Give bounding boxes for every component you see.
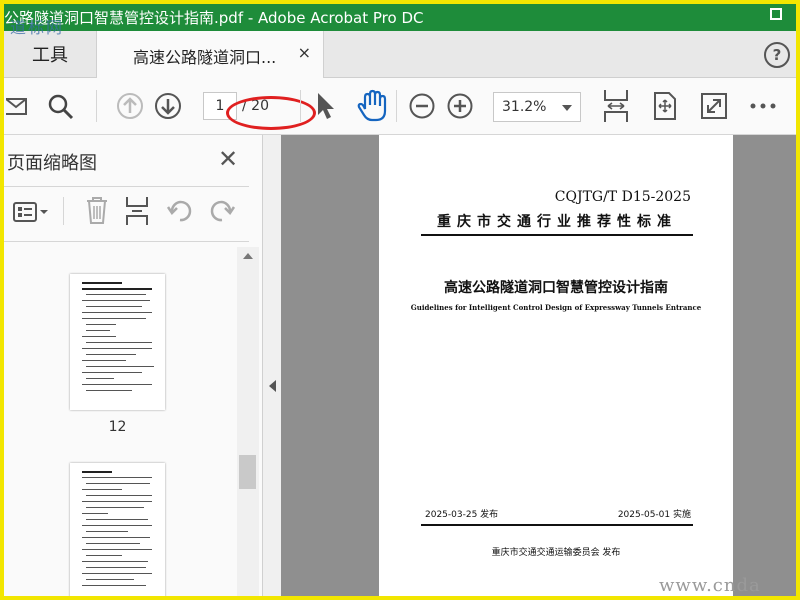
toolbar-separator (300, 90, 301, 122)
publisher: 重庆市交通交通运输委员会 发布 (491, 548, 621, 558)
close-icon[interactable]: ✕ (218, 145, 238, 173)
scroll-up-icon[interactable] (243, 253, 253, 259)
rotate-left-icon[interactable] (166, 197, 194, 225)
previous-page-icon[interactable] (115, 91, 145, 121)
window-frame: 公路隧道洞口智慧管控设计指南.pdf - Adobe Acrobat Pro D… (0, 0, 800, 600)
fit-width-icon[interactable] (602, 88, 630, 124)
insert-page-icon[interactable] (124, 195, 150, 227)
document-view[interactable]: CQJTG/T D15-2025 重庆市交通行业推荐性标准 高速公路隧道洞口智慧… (281, 135, 796, 596)
chevron-down-icon (562, 105, 572, 111)
search-icon[interactable] (47, 93, 75, 121)
zoom-select[interactable]: 31.2% (493, 92, 581, 122)
help-icon[interactable]: ? (764, 42, 790, 68)
watermark-bottom-right: www.cnda (659, 575, 761, 596)
thumbnail-options-icon[interactable] (12, 199, 50, 225)
thumbnail-scrollbar[interactable] (237, 247, 259, 596)
footer-rule (421, 524, 693, 526)
page-thumbnail[interactable] (70, 463, 165, 596)
window-title: 公路隧道洞口智慧管控设计指南.pdf - Adobe Acrobat Pro D… (4, 9, 424, 27)
delete-icon[interactable] (84, 195, 110, 225)
rotate-right-icon[interactable] (208, 197, 236, 225)
panel-title: 页面缩略图 (7, 153, 97, 174)
standard-organization: 重庆市交通行业推荐性标准 (437, 214, 677, 230)
issue-date: 2025-03-25 发布 (425, 510, 499, 520)
pdf-page: CQJTG/T D15-2025 重庆市交通行业推荐性标准 高速公路隧道洞口智慧… (379, 135, 733, 596)
full-screen-icon[interactable] (700, 92, 728, 120)
tab-document[interactable]: 高速公路隧道洞口... × (96, 31, 324, 78)
page-thumbnail[interactable] (70, 274, 165, 410)
zoom-in-icon[interactable] (446, 92, 474, 120)
next-page-icon[interactable] (153, 91, 183, 121)
thumbnail-label: 12 (108, 419, 127, 435)
header-rule (421, 234, 693, 236)
tab-document-label: 高速公路隧道洞口... (133, 48, 277, 67)
scroll-thumb[interactable] (239, 455, 256, 489)
document-title: 高速公路隧道洞口智慧管控设计指南 (444, 280, 668, 296)
implementation-date: 2025-05-01 实施 (617, 510, 691, 520)
red-annotation-ellipse (226, 96, 316, 130)
zoom-value: 31.2% (502, 99, 547, 115)
fit-page-icon[interactable] (651, 91, 679, 121)
collapse-panel-icon[interactable] (269, 380, 276, 392)
tab-close-icon[interactable]: × (298, 43, 311, 62)
thumbnail-panel: 页面缩略图 ✕ 12 (4, 135, 263, 596)
panel-separator (63, 197, 64, 225)
toolbar-separator (96, 90, 97, 122)
maximize-button[interactable] (770, 8, 782, 20)
tab-bar: 工具 高速公路隧道洞口... × ? (4, 31, 796, 78)
watermark-top-left: 道标网 (10, 18, 65, 37)
panel-divider (4, 241, 249, 242)
zoom-out-icon[interactable] (408, 92, 436, 120)
more-options-icon[interactable] (750, 103, 776, 109)
hand-tool-icon[interactable] (356, 89, 388, 123)
main-toolbar: 1 / 20 31.2% (4, 78, 796, 135)
standard-code: CQJTG/T D15-2025 (554, 189, 691, 205)
panel-divider (4, 186, 249, 187)
email-icon[interactable] (6, 94, 28, 118)
toolbar-separator (396, 90, 397, 122)
document-subtitle: Guidelines for Intelligent Control Desig… (410, 303, 702, 312)
title-bar: 公路隧道洞口智慧管控设计指南.pdf - Adobe Acrobat Pro D… (4, 4, 796, 31)
select-cursor-icon[interactable] (314, 90, 336, 122)
